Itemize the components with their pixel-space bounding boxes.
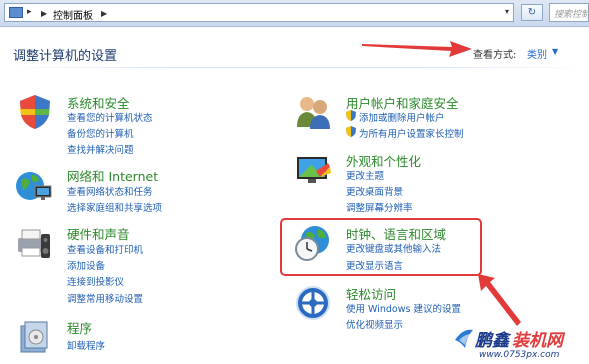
network-icon[interactable]	[15, 166, 53, 204]
watermark-url: www.0753px.com	[479, 350, 560, 360]
chevron-left-icon[interactable]: ▸	[27, 7, 32, 17]
control-panel-icon	[9, 7, 23, 18]
page-title: 调整计算机的设置	[13, 49, 118, 64]
ease-of-access-icon[interactable]	[294, 284, 332, 322]
category-link[interactable]: 查看网络状态和任务	[67, 184, 153, 198]
category-link[interactable]: 添加或删除用户帐户	[359, 110, 445, 124]
shield-icon	[346, 110, 356, 121]
category-title[interactable]: 网络和 Internet	[67, 166, 158, 185]
shield-icon	[346, 126, 356, 137]
search-input[interactable]: 搜索控制	[549, 3, 589, 22]
category-title[interactable]: 程序	[67, 318, 92, 337]
category-link[interactable]: 更改键盘或其他输入法	[346, 241, 441, 255]
refresh-button[interactable]: ↻	[521, 4, 543, 21]
category-title[interactable]: 硬件和声音	[67, 224, 130, 243]
address-field[interactable]: ▸ ▶ 控制面板 ▶ ▾	[4, 3, 514, 22]
category-link[interactable]: 添加设备	[67, 258, 105, 272]
watermark-name: 鹏鑫	[475, 331, 509, 351]
watermark: 鹏鑫 装机网 www.0753px.com	[453, 326, 589, 364]
category-link[interactable]: 备份您的计算机	[67, 126, 134, 140]
refresh-icon: ↻	[527, 7, 537, 18]
watermark-name-accent: 装机网	[512, 331, 563, 351]
category-link[interactable]: 调整常用移动设置	[67, 291, 143, 305]
category-link[interactable]: 调整屏幕分辨率	[346, 200, 413, 214]
appearance-icon[interactable]	[294, 151, 332, 189]
header-divider	[0, 67, 589, 68]
watermark-logo	[455, 329, 473, 348]
programs-icon[interactable]	[15, 318, 53, 356]
category-link[interactable]: 连接到投影仪	[67, 274, 124, 288]
category-link[interactable]: 优化视频显示	[346, 317, 403, 331]
category-link[interactable]: 查看设备和打印机	[67, 242, 143, 256]
breadcrumb[interactable]: 控制面板	[53, 7, 93, 22]
hardware-sound-icon[interactable]	[14, 224, 52, 262]
annotation-arrow	[478, 274, 521, 326]
system-security-icon[interactable]	[16, 93, 54, 131]
category-link[interactable]: 使用 Windows 建议的设置	[346, 301, 461, 315]
category-link[interactable]: 查看您的计算机状态	[67, 110, 153, 124]
breadcrumb-separator-icon: ▶	[41, 9, 48, 18]
breadcrumb-separator-icon[interactable]: ▶	[101, 9, 107, 18]
category-link[interactable]: 选择家庭组和共享选项	[67, 200, 162, 214]
chevron-down-icon[interactable]: ▾	[505, 7, 509, 16]
clock-globe-icon[interactable]	[294, 224, 332, 262]
category-link[interactable]: 更改桌面背景	[346, 184, 403, 198]
view-by-label: 查看方式:	[473, 50, 517, 61]
user-accounts-icon[interactable]	[294, 93, 332, 131]
address-bar: ▸ ▶ 控制面板 ▶ ▾ ↻ 搜索控制	[0, 0, 589, 27]
view-by-dropdown[interactable]: 类别	[527, 46, 547, 61]
chevron-down-icon[interactable]: ▼	[552, 47, 558, 56]
category-link[interactable]: 卸载程序	[67, 338, 105, 352]
category-link[interactable]: 为所有用户设置家长控制	[359, 126, 464, 140]
category-link[interactable]: 更改主题	[346, 168, 384, 182]
annotation-arrow	[362, 41, 472, 57]
category-link[interactable]: 查找并解决问题	[67, 142, 134, 156]
category-link[interactable]: 更改显示语言	[346, 258, 403, 272]
